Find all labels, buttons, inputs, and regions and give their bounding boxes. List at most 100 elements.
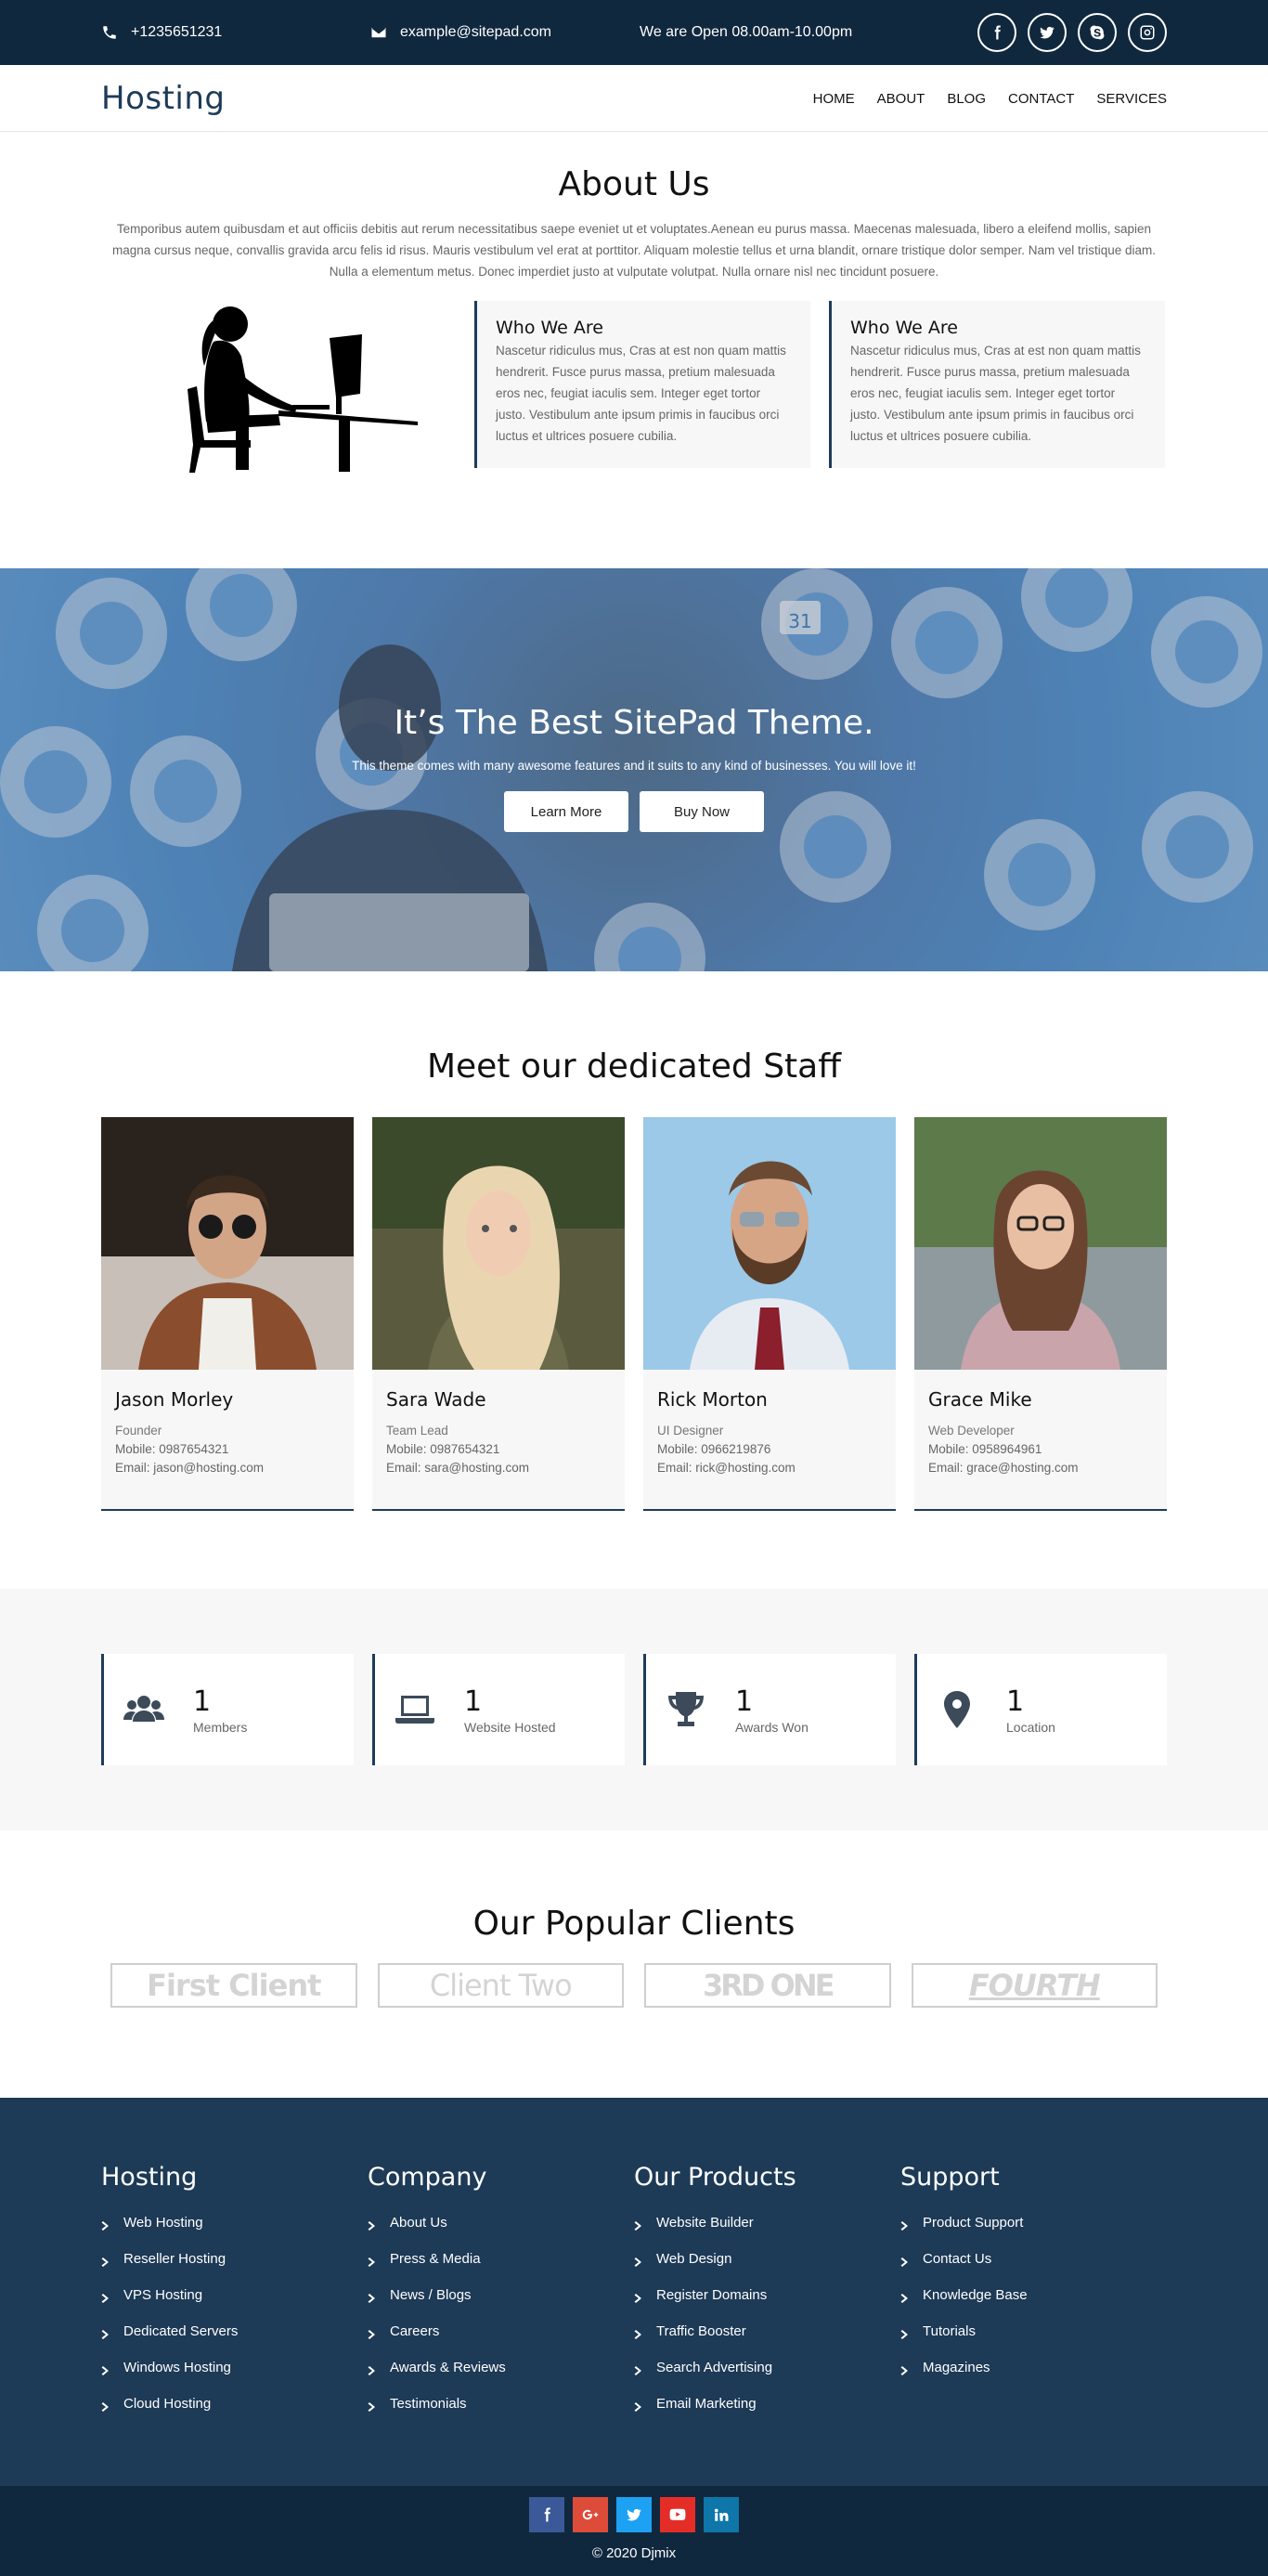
staff-photo-rick: [643, 1117, 896, 1370]
client-logo[interactable]: 3RD ONE: [644, 1963, 891, 2008]
chevron-right-icon: [368, 2327, 377, 2339]
footer-link[interactable]: Reseller Hosting: [101, 2241, 368, 2277]
opening-hours: We are Open 08.00am-10.00pm: [640, 24, 977, 41]
email-contact[interactable]: example@sitepad.com: [370, 24, 640, 41]
facebook-icon: [994, 25, 1001, 40]
nav-about[interactable]: ABOUT: [877, 91, 925, 107]
footer-column-company: Company About Us Press & Media News / Bl…: [368, 2163, 634, 2422]
footer-link[interactable]: Traffic Booster: [634, 2313, 900, 2349]
footer-twitter-link[interactable]: [616, 2497, 652, 2532]
facebook-link[interactable]: [977, 13, 1016, 52]
client-logo[interactable]: Client Two: [377, 1963, 624, 2008]
chevron-right-icon: [101, 2218, 110, 2231]
staff-email[interactable]: Email: jason@hosting.com: [115, 1461, 340, 1475]
trophy-icon: [668, 1692, 704, 1726]
footer-link[interactable]: VPS Hosting: [101, 2277, 368, 2313]
footer-link[interactable]: Web Hosting: [101, 2205, 368, 2241]
phone-contact[interactable]: +1235651231: [101, 24, 370, 41]
footer-youtube-link[interactable]: [660, 2497, 695, 2532]
footer-column-title: Support: [900, 2163, 1000, 2192]
staff-card: Jason Morley Founder Mobile: 0987654321 …: [101, 1117, 354, 1511]
footer-link[interactable]: Knowledge Base: [900, 2277, 1167, 2313]
footer-facebook-link[interactable]: [529, 2497, 564, 2532]
footer-link[interactable]: Register Domains: [634, 2277, 900, 2313]
footer-social-links: [0, 2497, 1268, 2532]
footer-link[interactable]: Dedicated Servers: [101, 2313, 368, 2349]
who-we-are-card: Who We Are Nascetur ridiculus mus, Cras …: [829, 301, 1165, 468]
footer-link[interactable]: Cloud Hosting: [101, 2386, 368, 2422]
footer-link[interactable]: Product Support: [900, 2205, 1167, 2241]
footer-link[interactable]: Windows Hosting: [101, 2349, 368, 2386]
footer-link[interactable]: Website Builder: [634, 2205, 900, 2241]
footer-link[interactable]: Magazines: [900, 2349, 1167, 2386]
woman-at-computer-illustration: [101, 301, 465, 473]
staff-name: Sara Wade: [386, 1388, 486, 1411]
staff-name: Jason Morley: [115, 1388, 234, 1411]
footer-column-title: Our Products: [634, 2163, 796, 2192]
staff-email[interactable]: Email: grace@hosting.com: [928, 1461, 1153, 1475]
staff-name: Rick Morton: [657, 1388, 768, 1411]
footer-link[interactable]: Awards & Reviews: [368, 2349, 634, 2386]
footer-column-title: Company: [368, 2163, 487, 2192]
stat-number: 1: [464, 1685, 483, 1718]
stat-members: 1 Members: [101, 1654, 354, 1765]
hero-subtitle: This theme comes with many awesome featu…: [352, 759, 916, 773]
footer-link[interactable]: Contact Us: [900, 2241, 1167, 2277]
footer-linkedin-link[interactable]: [704, 2497, 739, 2532]
staff-email[interactable]: Email: sara@hosting.com: [386, 1461, 611, 1475]
footer-link[interactable]: Email Marketing: [634, 2386, 900, 2422]
nav-blog[interactable]: BLOG: [947, 91, 986, 107]
clients-section: Our Popular Clients First Client Client …: [0, 1830, 1268, 2098]
chevron-right-icon: [634, 2291, 643, 2303]
footer-column-products: Our Products Website Builder Web Design …: [634, 2163, 900, 2422]
phone-icon: [103, 26, 116, 39]
footer-link[interactable]: News / Blogs: [368, 2277, 634, 2313]
footer-google-plus-link[interactable]: [573, 2497, 608, 2532]
nav-contact[interactable]: CONTACT: [1008, 91, 1074, 107]
stat-label: Members: [193, 1719, 248, 1735]
nav-home[interactable]: HOME: [813, 91, 855, 107]
stats-section: 1 Members 1 Website Hosted 1 Awards Won: [0, 1589, 1268, 1830]
google-plus-icon: [582, 2509, 599, 2520]
footer-link[interactable]: Careers: [368, 2313, 634, 2349]
site-logo[interactable]: Hosting: [101, 80, 226, 117]
instagram-link[interactable]: [1128, 13, 1167, 52]
staff-role: Web Developer: [928, 1424, 1015, 1438]
about-section: About Us Temporibus autem quibusdam et a…: [0, 132, 1268, 568]
opening-hours-text: We are Open 08.00am-10.00pm: [640, 24, 853, 40]
client-logo[interactable]: First Client: [110, 1963, 357, 2008]
stat-number: 1: [193, 1685, 212, 1718]
buy-now-button[interactable]: Buy Now: [640, 791, 764, 832]
chevron-right-icon: [368, 2363, 377, 2375]
footer-link[interactable]: Search Advertising: [634, 2349, 900, 2386]
chevron-right-icon: [368, 2255, 377, 2267]
client-logo[interactable]: FOURTH: [911, 1963, 1158, 2008]
twitter-link[interactable]: [1028, 13, 1067, 52]
footer-link[interactable]: Web Design: [634, 2241, 900, 2277]
skype-link[interactable]: [1078, 13, 1117, 52]
stat-awards: 1 Awards Won: [643, 1654, 896, 1765]
footer-link[interactable]: About Us: [368, 2205, 634, 2241]
staff-mobile: Mobile: 0987654321: [115, 1442, 229, 1456]
staff-photo-sara: [372, 1117, 625, 1370]
learn-more-button[interactable]: Learn More: [504, 791, 628, 832]
chevron-right-icon: [101, 2255, 110, 2267]
chevron-right-icon: [634, 2255, 643, 2267]
footer-link[interactable]: Testimonials: [368, 2386, 634, 2422]
stat-label: Website Hosted: [464, 1719, 556, 1735]
staff-photo-jason: [101, 1117, 354, 1370]
footer-column-hosting: Hosting Web Hosting Reseller Hosting VPS…: [101, 2163, 368, 2422]
staff-mobile: Mobile: 0958964961: [928, 1442, 1042, 1456]
footer-bottom-bar: © 2020 Djmix: [0, 2486, 1268, 2576]
chevron-right-icon: [101, 2291, 110, 2303]
footer-link[interactable]: Tutorials: [900, 2313, 1167, 2349]
chevron-right-icon: [368, 2218, 377, 2231]
stat-label: Location: [1006, 1719, 1055, 1735]
nav-services[interactable]: SERVICES: [1096, 91, 1167, 107]
staff-card: Rick Morton UI Designer Mobile: 09662198…: [643, 1117, 896, 1511]
main-menu: HOME ABOUT BLOG CONTACT SERVICES: [813, 91, 1167, 107]
staff-email[interactable]: Email: rick@hosting.com: [657, 1461, 882, 1475]
map-pin-icon: [944, 1691, 970, 1728]
footer-link[interactable]: Press & Media: [368, 2241, 634, 2277]
envelope-icon: [371, 27, 386, 38]
